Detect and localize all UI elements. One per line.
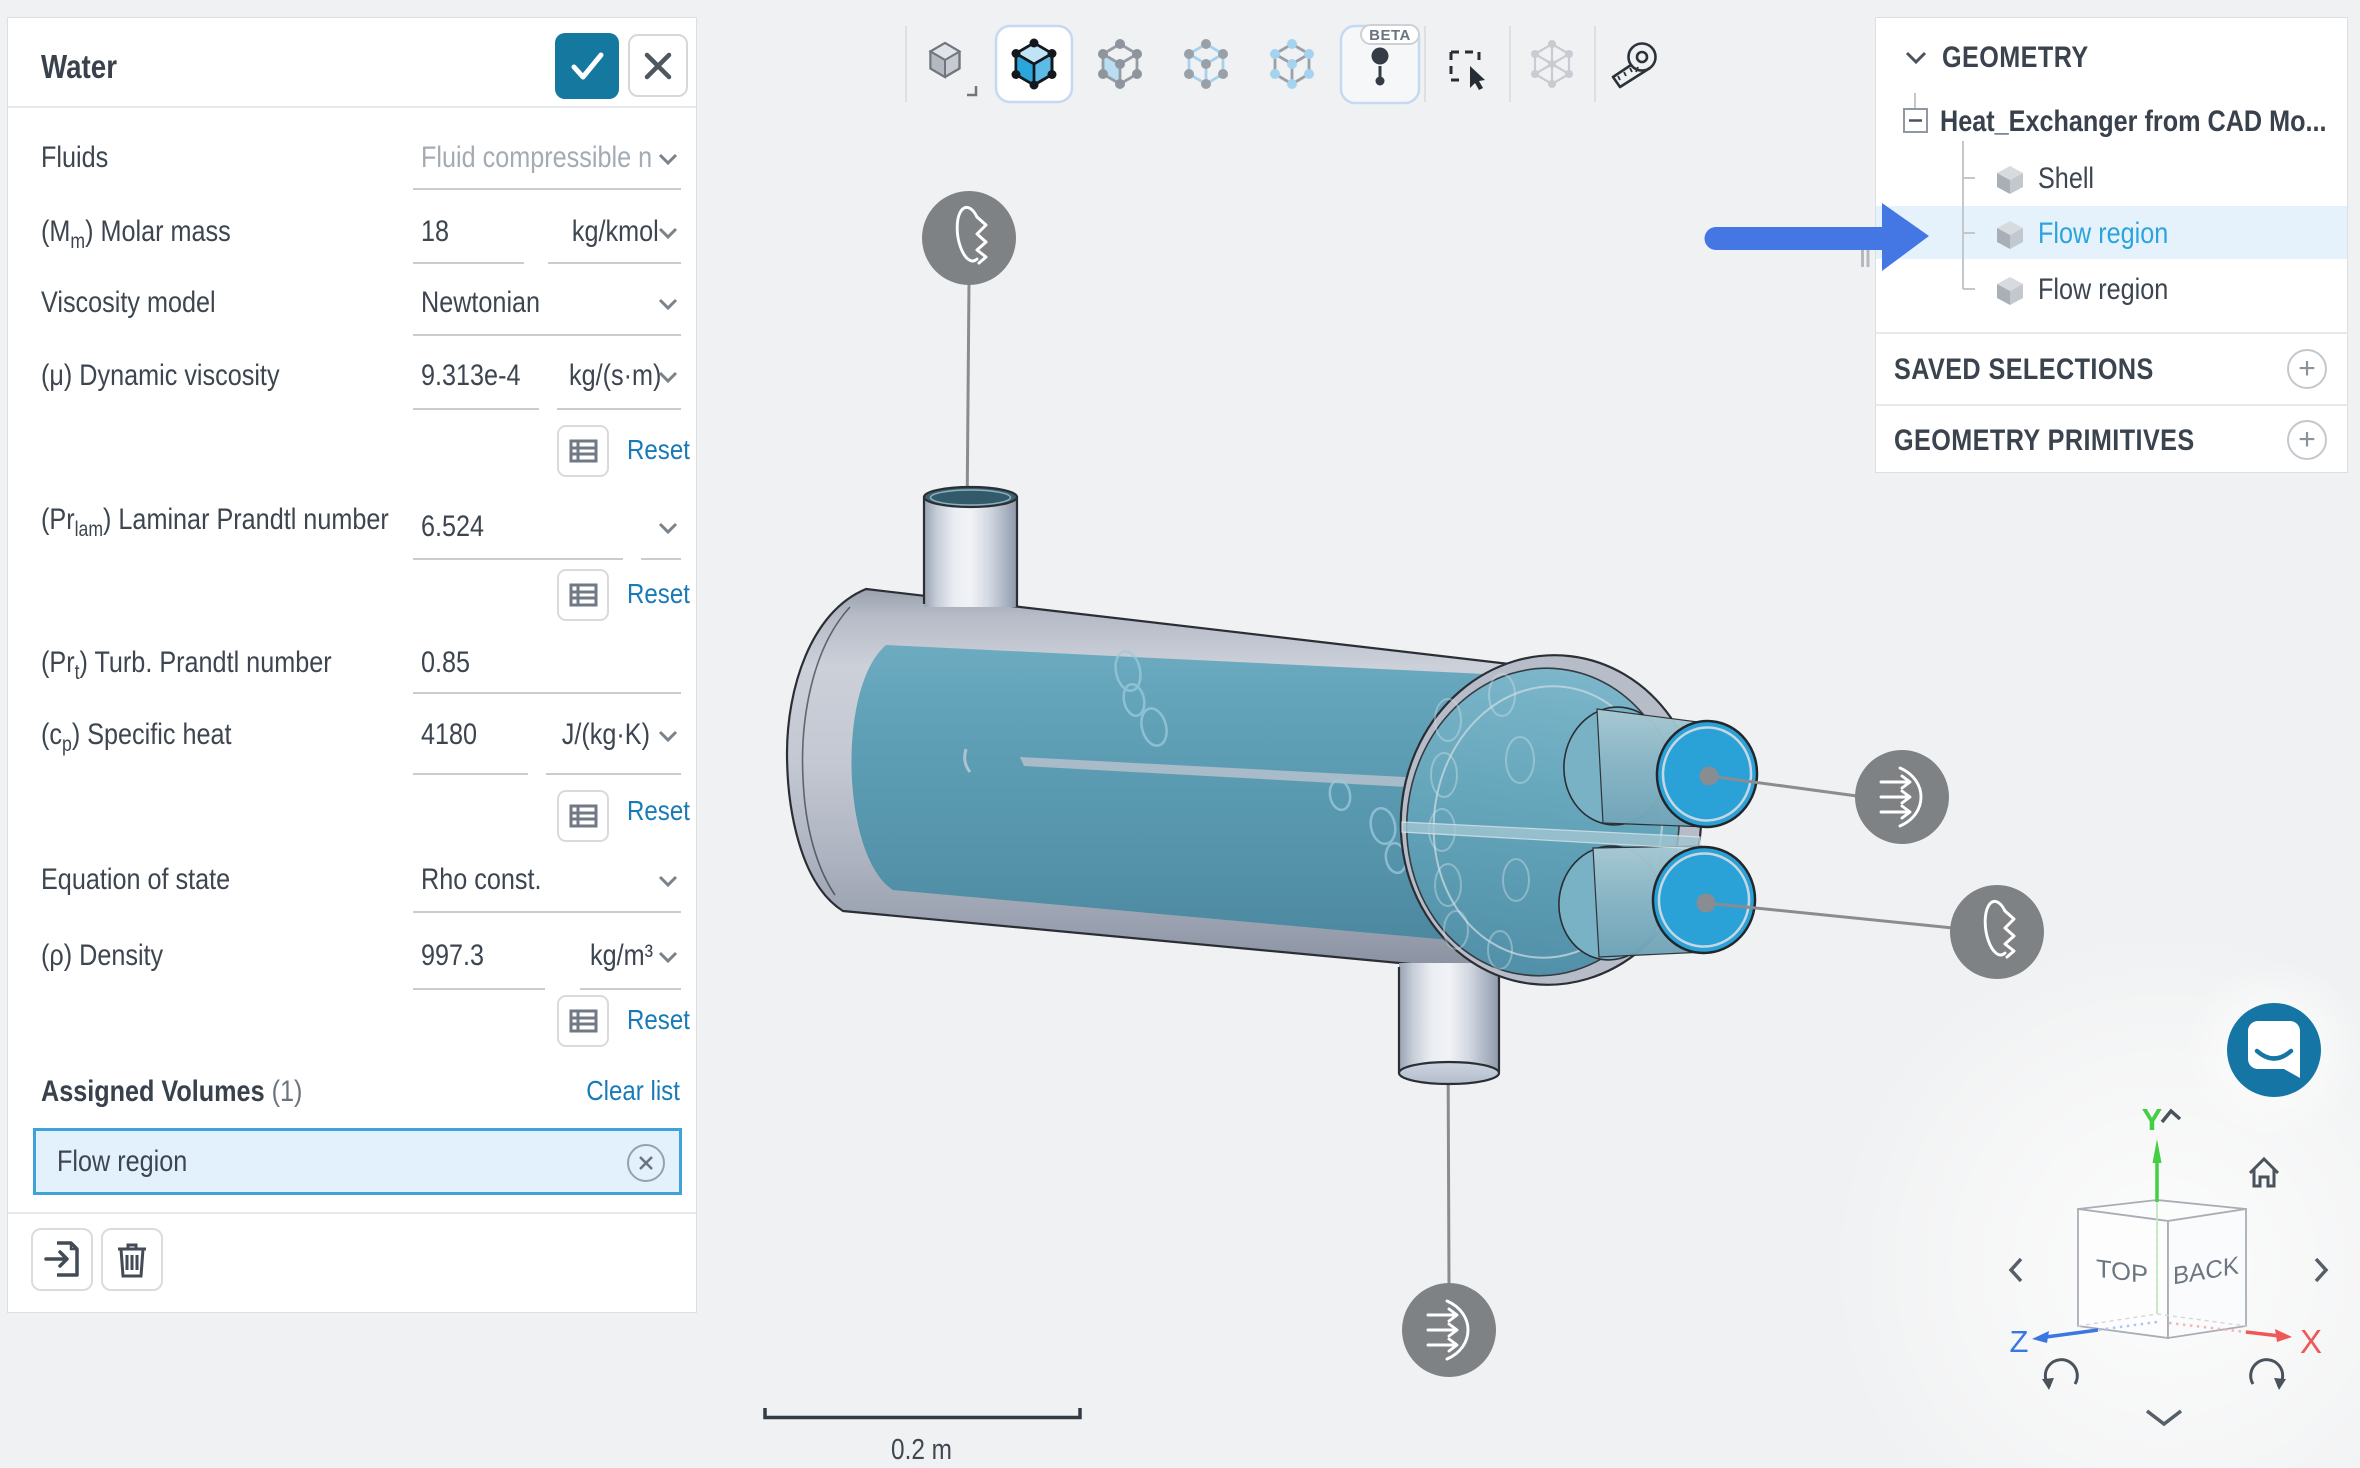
- svg-text:X: X: [2300, 1323, 2322, 1360]
- svg-text:BETA: BETA: [1369, 27, 1411, 44]
- svg-text:Y: Y: [2142, 1102, 2163, 1137]
- svg-text:0.2 m: 0.2 m: [891, 1434, 952, 1466]
- svg-text:Z: Z: [2010, 1324, 2029, 1359]
